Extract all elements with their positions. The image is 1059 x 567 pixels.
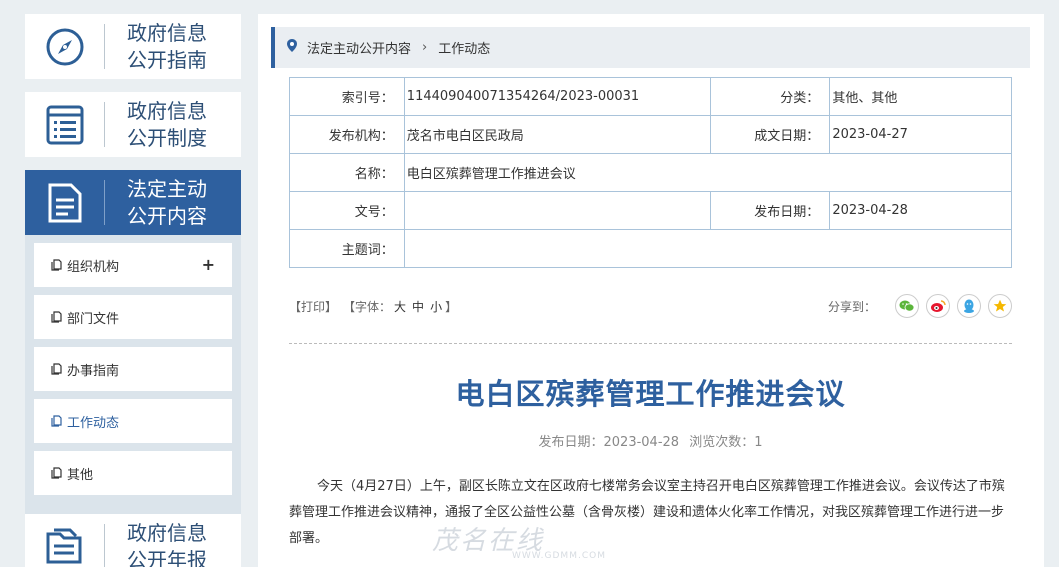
divider [289, 343, 1012, 344]
compass-icon [25, 14, 105, 79]
submenu: 组织机构 + 部门文件 办事指南 工作动态 其他 [25, 235, 241, 516]
nav-public-guide[interactable]: 政府信息 公开指南 [25, 14, 241, 79]
main-panel: 法定主动公开内容 › 工作动态 索引号： 114409040071354264/… [258, 14, 1044, 567]
submenu-item-organization[interactable]: 组织机构 + [34, 243, 232, 287]
index-label: 索引号： [289, 77, 405, 116]
doc-icon [51, 311, 63, 323]
publish-date-value: 2023-04-28 [829, 191, 1012, 230]
font-small-button[interactable]: 小 [430, 298, 442, 315]
weibo-share-icon[interactable] [926, 294, 950, 318]
submenu-item-dept-files[interactable]: 部门文件 [34, 295, 232, 339]
favorite-star-icon[interactable] [988, 294, 1012, 318]
nav-statutory-content[interactable]: 法定主动 公开内容 [25, 170, 241, 235]
doc-icon [51, 259, 63, 271]
breadcrumb-item-statutory[interactable]: 法定主动公开内容 [307, 38, 411, 57]
submenu-item-label: 工作动态 [67, 415, 120, 431]
article-views: 浏览次数：1 [689, 435, 763, 450]
name-label: 名称： [289, 153, 405, 192]
article-toolbar: 【打印】 【字体： 大 中 小 】 分享到： [289, 294, 1012, 318]
font-size-prefix: 【字体： [343, 299, 392, 314]
submenu-item-label: 组织机构 [67, 259, 120, 275]
print-button[interactable]: 【打印】 [289, 298, 337, 315]
chevron-right-icon: › [422, 40, 428, 55]
publisher-label: 发布机构： [289, 115, 405, 154]
nav-statutory-content-label: 法定主动 公开内容 [127, 176, 207, 228]
font-size-suffix: 】 [445, 299, 458, 314]
document-meta-table: 索引号： 114409040071354264/2023-00031 分类： 其… [289, 77, 1013, 268]
article-title: 电白区殡葬管理工作推进会议 [455, 377, 846, 411]
nav-public-guide-label: 政府信息 公开指南 [127, 20, 207, 72]
share-label: 分享到： [827, 299, 876, 314]
nav-public-system-label: 政府信息 公开制度 [127, 98, 207, 150]
article-info: 发布日期：2023-04-28 浏览次数：1 [289, 431, 1012, 450]
doc-icon [51, 467, 63, 479]
submenu-item-work-news[interactable]: 工作动态 [34, 399, 232, 443]
submenu-item-label: 部门文件 [67, 311, 120, 327]
nav-public-system[interactable]: 政府信息 公开制度 [25, 92, 241, 157]
submenu-item-other[interactable]: 其他 [34, 451, 232, 495]
publisher-value: 茂名市电白区民政局 [403, 115, 711, 154]
folder-icon [25, 514, 105, 567]
category-value: 其他、其他 [829, 77, 1012, 116]
font-medium-button[interactable]: 中 [412, 298, 424, 315]
article-body: 今天（4月27日）上午，副区长陈立文在区政府七楼常务会议室主持召开电白区殡葬管理… [289, 479, 1005, 546]
site-watermark: 茂名在线 WWW.GDMM.COM [432, 520, 606, 561]
share-group: 分享到： [828, 294, 1012, 318]
created-date-value: 2023-04-27 [829, 115, 1012, 154]
nav-annual-report-label: 政府信息 公开年报 [127, 520, 207, 567]
breadcrumb: 法定主动公开内容 › 工作动态 [271, 27, 1030, 68]
doc-number-label: 文号： [289, 191, 405, 230]
breadcrumb-item-work-news[interactable]: 工作动态 [438, 38, 490, 57]
doc-number-value [403, 191, 711, 230]
nav-annual-report[interactable]: 政府信息 公开年报 [25, 514, 241, 567]
index-value: 114409040071354264/2023-00031 [403, 77, 711, 116]
wechat-share-icon[interactable] [895, 294, 919, 318]
expand-icon[interactable]: + [202, 255, 215, 274]
submenu-item-label: 其他 [67, 467, 94, 483]
document-icon [25, 170, 105, 235]
created-date-label: 成文日期： [709, 115, 831, 154]
subject-label: 主题词： [289, 229, 405, 268]
submenu-item-service-guide[interactable]: 办事指南 [34, 347, 232, 391]
category-label: 分类： [709, 77, 831, 116]
location-pin-icon [287, 39, 297, 56]
list-icon [25, 92, 105, 157]
publish-date-label: 发布日期： [709, 191, 831, 230]
submenu-item-label: 办事指南 [67, 363, 120, 379]
doc-icon [51, 415, 63, 427]
font-large-button[interactable]: 大 [394, 298, 406, 315]
qq-share-icon[interactable] [957, 294, 981, 318]
article-date: 发布日期：2023-04-28 [538, 435, 680, 450]
name-value: 电白区殡葬管理工作推进会议 [403, 153, 1013, 192]
doc-icon [51, 363, 63, 375]
subject-value [403, 229, 1013, 268]
